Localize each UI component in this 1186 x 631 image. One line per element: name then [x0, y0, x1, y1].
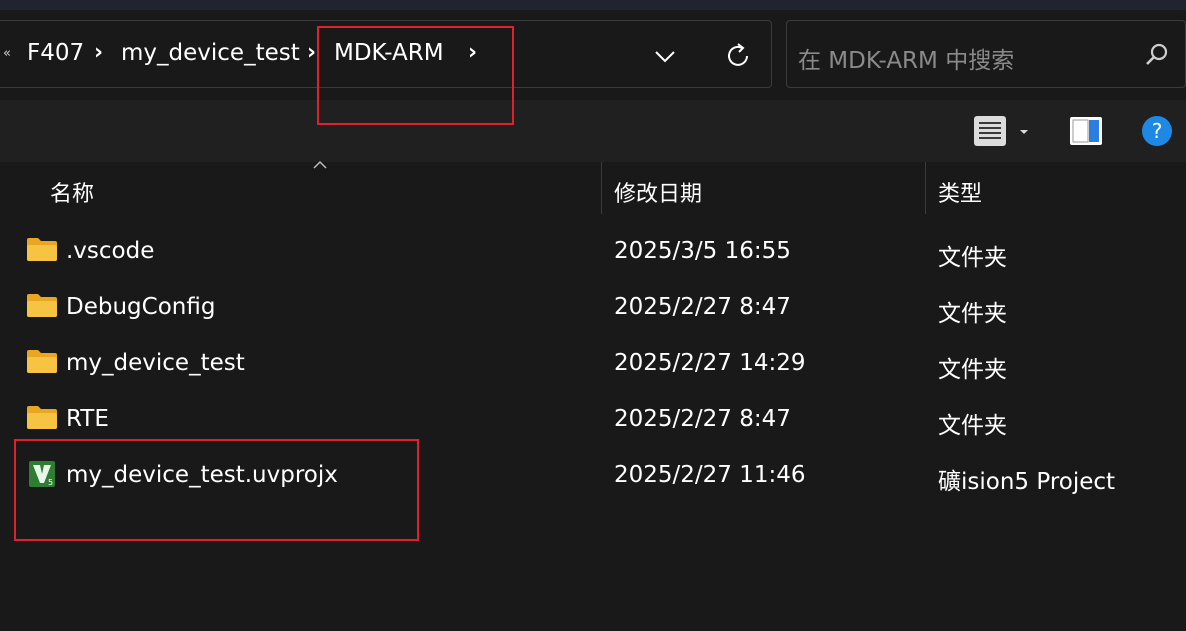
file-date: 2025/2/27 11:46	[614, 462, 806, 488]
address-history-chevron-down-icon[interactable]	[648, 36, 682, 76]
file-type: 文件夹	[938, 301, 1007, 327]
file-date: 2025/2/27 8:47	[614, 294, 791, 320]
breadcrumb-overflow-icon[interactable]: «	[3, 46, 11, 61]
annotation-box-mdk-arm	[317, 26, 514, 125]
window-top-strip	[0, 0, 1186, 10]
list-item[interactable]: DebugConfig 2025/2/27 8:47 文件夹	[0, 280, 1186, 336]
column-header-type[interactable]: 类型	[938, 176, 982, 208]
file-date: 2025/3/5 16:55	[614, 238, 791, 264]
file-type: 礦ision5 Project	[938, 469, 1116, 495]
command-bar	[0, 100, 1186, 162]
search-icon[interactable]	[1140, 38, 1174, 72]
folder-icon	[27, 406, 57, 429]
file-type: 文件夹	[938, 245, 1007, 271]
file-date: 2025/2/27 14:29	[614, 350, 806, 376]
file-name: .vscode	[66, 238, 155, 264]
list-item[interactable]: .vscode 2025/3/5 16:55 文件夹	[0, 224, 1186, 280]
breadcrumb-item-my-device-test[interactable]: my_device_test	[121, 40, 300, 66]
file-type: 文件夹	[938, 357, 1007, 383]
breadcrumb-separator-icon[interactable]: ›	[307, 40, 316, 65]
file-name: RTE	[66, 406, 109, 432]
svg-text:?: ?	[1152, 119, 1163, 143]
sort-ascending-caret-icon	[313, 160, 327, 169]
file-date: 2025/2/27 8:47	[614, 406, 791, 432]
folder-icon	[27, 350, 57, 373]
search-placeholder: 在 MDK-ARM 中搜索	[798, 48, 1015, 74]
folder-icon	[27, 238, 57, 261]
folder-icon	[27, 294, 57, 317]
column-header-date[interactable]: 修改日期	[614, 176, 702, 208]
column-divider[interactable]	[925, 162, 926, 214]
file-name: DebugConfig	[66, 294, 216, 320]
breadcrumb-separator-icon[interactable]: ›	[94, 40, 103, 65]
details-view-icon[interactable]	[972, 114, 1008, 148]
column-header-name[interactable]: 名称	[50, 176, 94, 208]
breadcrumb-item-f407[interactable]: F407	[27, 40, 84, 66]
file-type: 文件夹	[938, 413, 1007, 439]
refresh-icon[interactable]	[720, 36, 756, 76]
view-options-dropdown-icon[interactable]	[1014, 122, 1034, 142]
column-divider[interactable]	[601, 162, 602, 214]
list-item[interactable]: my_device_test 2025/2/27 14:29 文件夹	[0, 336, 1186, 392]
help-icon[interactable]: ?	[1140, 114, 1174, 148]
preview-pane-icon[interactable]	[1068, 114, 1104, 148]
annotation-box-uvprojx	[14, 439, 419, 541]
file-name: my_device_test	[66, 350, 245, 376]
